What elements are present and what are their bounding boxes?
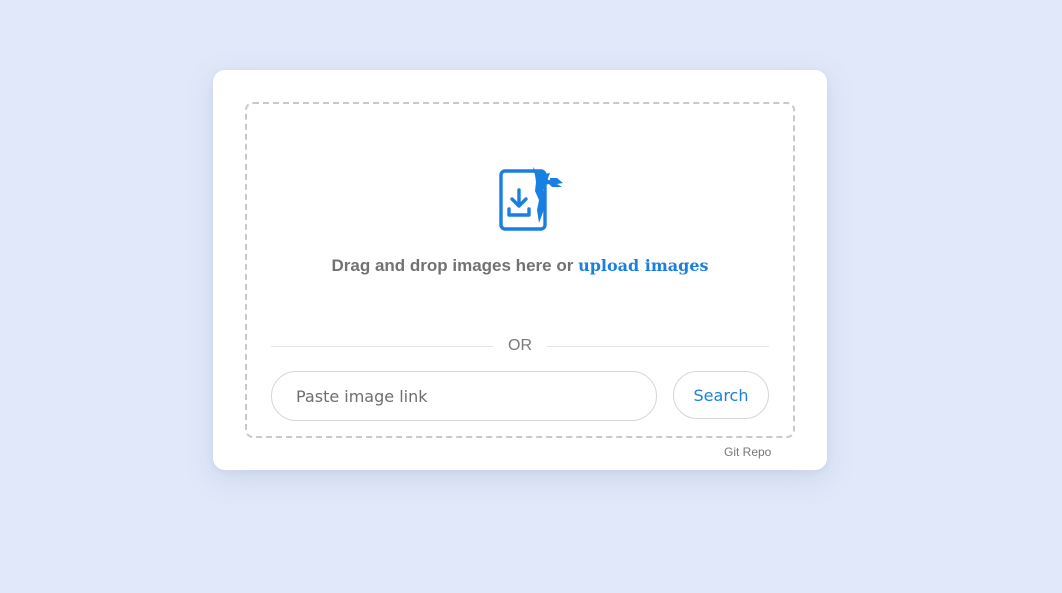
upload-card: Drag and drop images here or upload imag… [213, 70, 827, 470]
divider-line-right [547, 346, 769, 347]
upload-images-link[interactable]: upload images [578, 256, 708, 275]
document-download-dragon-icon[interactable] [499, 165, 569, 231]
upload-prompt: Drag and drop images here or upload imag… [247, 256, 793, 276]
git-repo-link[interactable]: Git Repo [724, 445, 771, 459]
divider-line-left [271, 346, 493, 347]
image-link-input[interactable] [271, 371, 657, 421]
image-dropzone[interactable]: Drag and drop images here or upload imag… [245, 102, 795, 438]
search-button[interactable]: Search [673, 371, 769, 419]
or-divider-label: OR [508, 337, 532, 354]
upload-prompt-text: Drag and drop images here or [331, 256, 574, 275]
